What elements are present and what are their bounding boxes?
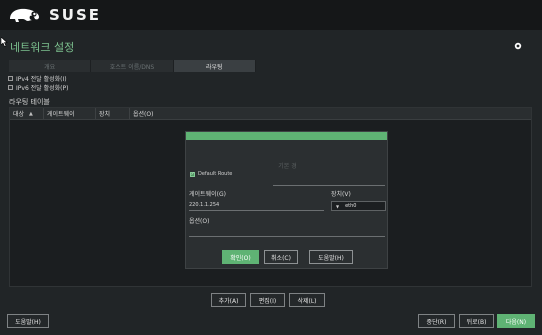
cancel-button[interactable]: 취소(C)	[264, 250, 298, 264]
column-gateway[interactable]: 게이트웨이	[44, 108, 96, 119]
next-button[interactable]: 다음(N)	[497, 314, 535, 328]
help-icon[interactable]	[514, 42, 522, 50]
dialog-title-bar	[186, 132, 387, 140]
sort-up-icon: ▲	[29, 110, 33, 117]
tab-hostname-dns[interactable]: 호스트 이름/DNS	[91, 60, 174, 72]
tab-routing[interactable]: 라우팅	[173, 60, 256, 72]
default-route-label: Default Route	[198, 171, 233, 177]
dialog-title: 기본 경	[278, 163, 297, 170]
route-dialog: 기본 경 ✓ Default Route 게이트웨이(G) 220.1.1.25…	[185, 131, 388, 269]
device-select[interactable]: ▼ eth0	[331, 201, 386, 211]
column-options[interactable]: 옵션(O)	[130, 108, 184, 119]
top-bar: SUSE	[0, 0, 542, 30]
abort-button[interactable]: 중단(R)	[418, 314, 455, 328]
checkbox-box[interactable]	[8, 85, 13, 90]
divider	[273, 185, 385, 186]
gateway-input-underline	[189, 210, 324, 211]
suse-logo: SUSE	[8, 6, 101, 24]
back-button[interactable]: 뒤로(B)	[459, 314, 494, 328]
page-title: 네트워크 설정	[10, 41, 75, 54]
delete-button[interactable]: 삭제(L)	[289, 293, 325, 307]
device-label: 장치(V)	[331, 191, 351, 198]
ipv4-forwarding-label: IPv4 전달 활성화(I)	[16, 76, 67, 83]
mouse-cursor-icon	[1, 37, 8, 47]
gateway-label: 게이트웨이(G)	[189, 191, 226, 198]
checkmark-icon[interactable]: ✓	[190, 171, 195, 177]
gateway-input[interactable]: 220.1.1.254	[189, 202, 219, 208]
ok-button[interactable]: 확인(O)	[222, 250, 259, 264]
column-device[interactable]: 장치	[96, 108, 130, 119]
column-destination[interactable]: 대상 ▲	[10, 108, 44, 119]
checkbox-box[interactable]	[8, 76, 13, 81]
add-button[interactable]: 추가(A)	[211, 293, 246, 307]
help-button[interactable]: 도움말(H)	[309, 250, 353, 264]
ipv6-forwarding-checkbox[interactable]: IPv6 전달 활성화(P)	[8, 83, 68, 92]
edit-button[interactable]: 편집(I)	[250, 293, 285, 307]
routing-table-label: 라우팅 테이블	[9, 98, 50, 106]
options-label: 옵션(O)	[189, 218, 210, 225]
ipv6-forwarding-label: IPv6 전달 활성화(P)	[16, 85, 69, 92]
tab-overview[interactable]: 개요	[9, 60, 92, 72]
ipv4-forwarding-checkbox[interactable]: IPv4 전달 활성화(I)	[8, 74, 67, 83]
default-route-checkbox[interactable]: ✓ Default Route	[190, 171, 232, 177]
table-header: 대상 ▲ 게이트웨이 장치 옵션(O)	[10, 108, 531, 120]
footer-help-button[interactable]: 도움말(H)	[7, 314, 49, 328]
options-input[interactable]	[189, 236, 385, 237]
dropdown-arrow-icon: ▼	[336, 203, 340, 209]
device-value: eth0	[345, 203, 357, 209]
suse-chameleon-logo-icon	[10, 8, 39, 22]
brand-name: SUSE	[49, 6, 102, 24]
tab-bar: 개요 호스트 이름/DNS 라우팅	[9, 60, 256, 72]
